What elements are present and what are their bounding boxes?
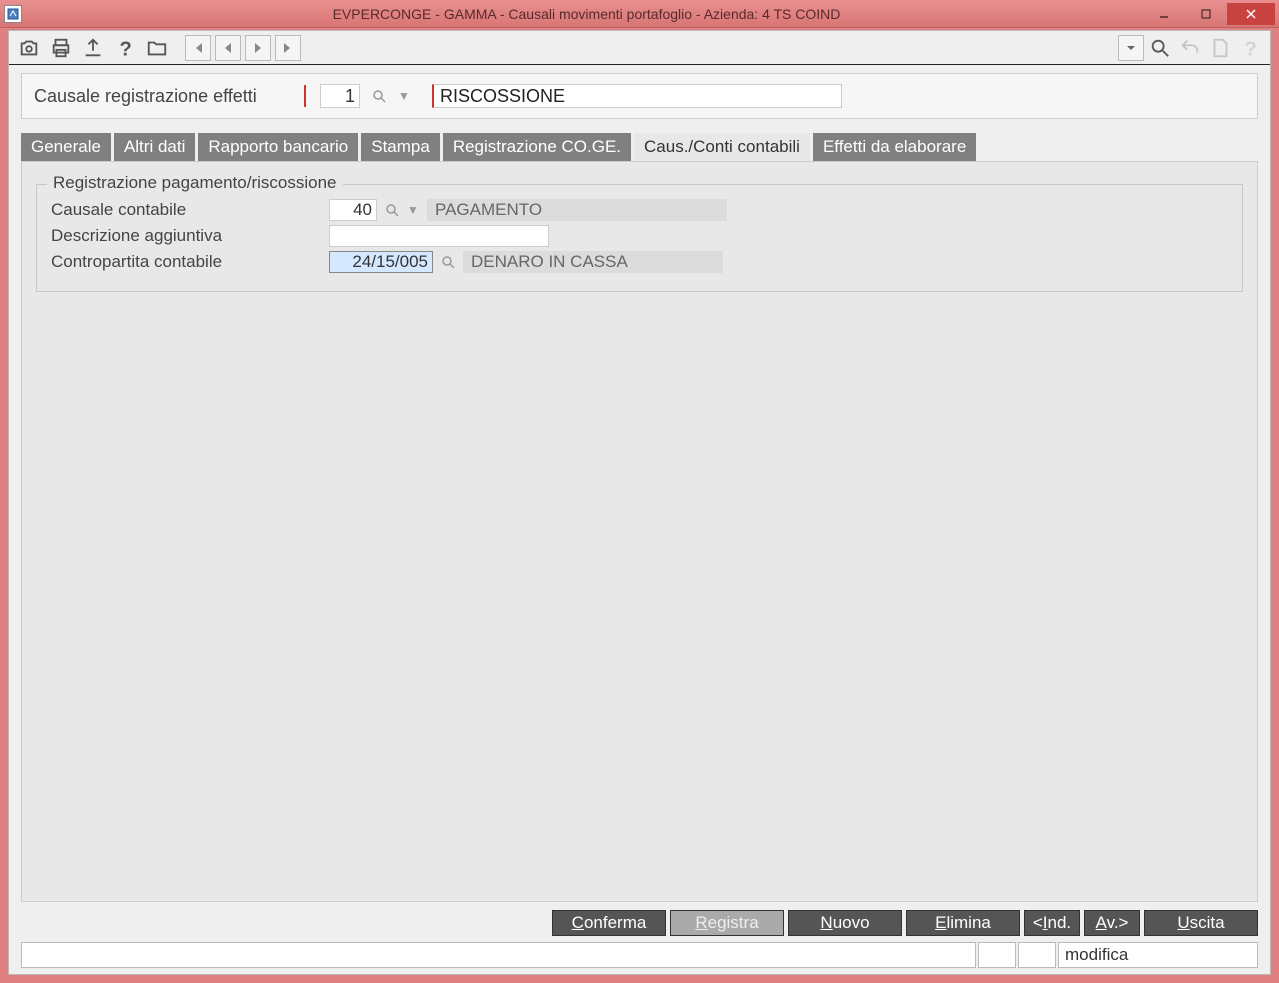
status-main bbox=[21, 942, 976, 968]
conferma-button[interactable]: Conferma bbox=[552, 910, 666, 936]
help2-icon[interactable]: ? bbox=[1236, 34, 1264, 62]
causale-contabile-desc: PAGAMENTO bbox=[427, 199, 727, 221]
close-button[interactable] bbox=[1227, 3, 1275, 25]
camera-icon[interactable] bbox=[15, 34, 43, 62]
tab-generale[interactable]: Generale bbox=[21, 133, 111, 161]
lookup-icon[interactable] bbox=[439, 253, 457, 271]
row-causale-contabile: Causale contabile ▼ PAGAMENTO bbox=[51, 197, 1228, 223]
minimize-button[interactable] bbox=[1143, 3, 1185, 25]
app-frame: ? ? Causale registrazione effetti ▼ Gene… bbox=[8, 30, 1271, 975]
status-row: modifica bbox=[21, 942, 1258, 968]
contropartita-desc: DENARO IN CASSA bbox=[463, 251, 723, 273]
tab-caus-conti-contabili[interactable]: Caus./Conti contabili bbox=[634, 133, 810, 161]
separator bbox=[304, 85, 306, 107]
tab-effetti-da-elaborare[interactable]: Effetti da elaborare bbox=[813, 133, 976, 161]
contropartita-label: Contropartita contabile bbox=[51, 252, 323, 272]
descrizione-aggiuntiva-label: Descrizione aggiuntiva bbox=[51, 226, 323, 246]
undo-icon[interactable] bbox=[1176, 34, 1204, 62]
footer: Conferma Registra Nuovo Elimina <Ind. Av… bbox=[9, 910, 1270, 974]
registra-button: Registra bbox=[670, 910, 784, 936]
causale-contabile-label: Causale contabile bbox=[51, 200, 323, 220]
folder-icon[interactable] bbox=[143, 34, 171, 62]
print-icon[interactable] bbox=[47, 34, 75, 62]
chevron-down-icon[interactable]: ▼ bbox=[407, 203, 421, 217]
svg-text:?: ? bbox=[1245, 38, 1257, 59]
row-descrizione-aggiuntiva: Descrizione aggiuntiva bbox=[51, 223, 1228, 249]
tab-rapporto-bancario[interactable]: Rapporto bancario bbox=[198, 133, 358, 161]
elimina-button[interactable]: Elimina bbox=[906, 910, 1020, 936]
nuovo-button[interactable]: Nuovo bbox=[788, 910, 902, 936]
titlebar: EVPERCONGE - GAMMA - Causali movimenti p… bbox=[0, 0, 1279, 28]
causale-contabile-code[interactable] bbox=[329, 199, 377, 221]
tab-altri-dati[interactable]: Altri dati bbox=[114, 133, 195, 161]
upload-icon[interactable] bbox=[79, 34, 107, 62]
causale-code-input[interactable] bbox=[320, 84, 360, 108]
chevron-down-icon[interactable]: ▼ bbox=[398, 89, 412, 103]
action-row: Conferma Registra Nuovo Elimina <Ind. Av… bbox=[21, 910, 1258, 936]
window-title: EVPERCONGE - GAMMA - Causali movimenti p… bbox=[30, 6, 1143, 22]
descrizione-aggiuntiva-input[interactable] bbox=[329, 225, 549, 247]
dropdown-toggle-icon[interactable] bbox=[1118, 35, 1144, 61]
first-icon[interactable] bbox=[185, 35, 211, 61]
fieldset-registrazione: Registrazione pagamento/riscossione Caus… bbox=[36, 184, 1243, 292]
content-area: Causale registrazione effetti ▼ Generale… bbox=[9, 65, 1270, 910]
window-controls bbox=[1143, 3, 1275, 25]
svg-text:?: ? bbox=[120, 38, 132, 59]
lookup-icon[interactable] bbox=[370, 87, 388, 105]
last-icon[interactable] bbox=[275, 35, 301, 61]
row-contropartita-contabile: Contropartita contabile DENARO IN CASSA bbox=[51, 249, 1228, 275]
contropartita-code[interactable] bbox=[329, 251, 433, 273]
tab-bar: Generale Altri dati Rapporto bancario St… bbox=[21, 133, 1258, 161]
status-small2 bbox=[1018, 942, 1056, 968]
help-icon[interactable]: ? bbox=[111, 34, 139, 62]
toolbar: ? ? bbox=[9, 31, 1270, 65]
tab-panel: Registrazione pagamento/riscossione Caus… bbox=[21, 161, 1258, 902]
prev-icon[interactable] bbox=[215, 35, 241, 61]
uscita-button[interactable]: Uscita bbox=[1144, 910, 1258, 936]
tab-stampa[interactable]: Stampa bbox=[361, 133, 440, 161]
status-mode: modifica bbox=[1058, 942, 1258, 968]
av-button[interactable]: Av.> bbox=[1084, 910, 1140, 936]
header-row: Causale registrazione effetti ▼ bbox=[21, 73, 1258, 119]
search-icon[interactable] bbox=[1146, 34, 1174, 62]
tab-registrazione-coge[interactable]: Registrazione CO.GE. bbox=[443, 133, 631, 161]
ind-button[interactable]: <Ind. bbox=[1024, 910, 1080, 936]
next-icon[interactable] bbox=[245, 35, 271, 61]
lookup-icon[interactable] bbox=[383, 201, 401, 219]
maximize-button[interactable] bbox=[1185, 3, 1227, 25]
app-icon bbox=[4, 5, 22, 23]
causale-reg-label: Causale registrazione effetti bbox=[34, 86, 294, 107]
document-icon[interactable] bbox=[1206, 34, 1234, 62]
status-small1 bbox=[978, 942, 1016, 968]
fieldset-legend: Registrazione pagamento/riscossione bbox=[47, 173, 343, 193]
causale-desc-input[interactable] bbox=[432, 84, 842, 108]
